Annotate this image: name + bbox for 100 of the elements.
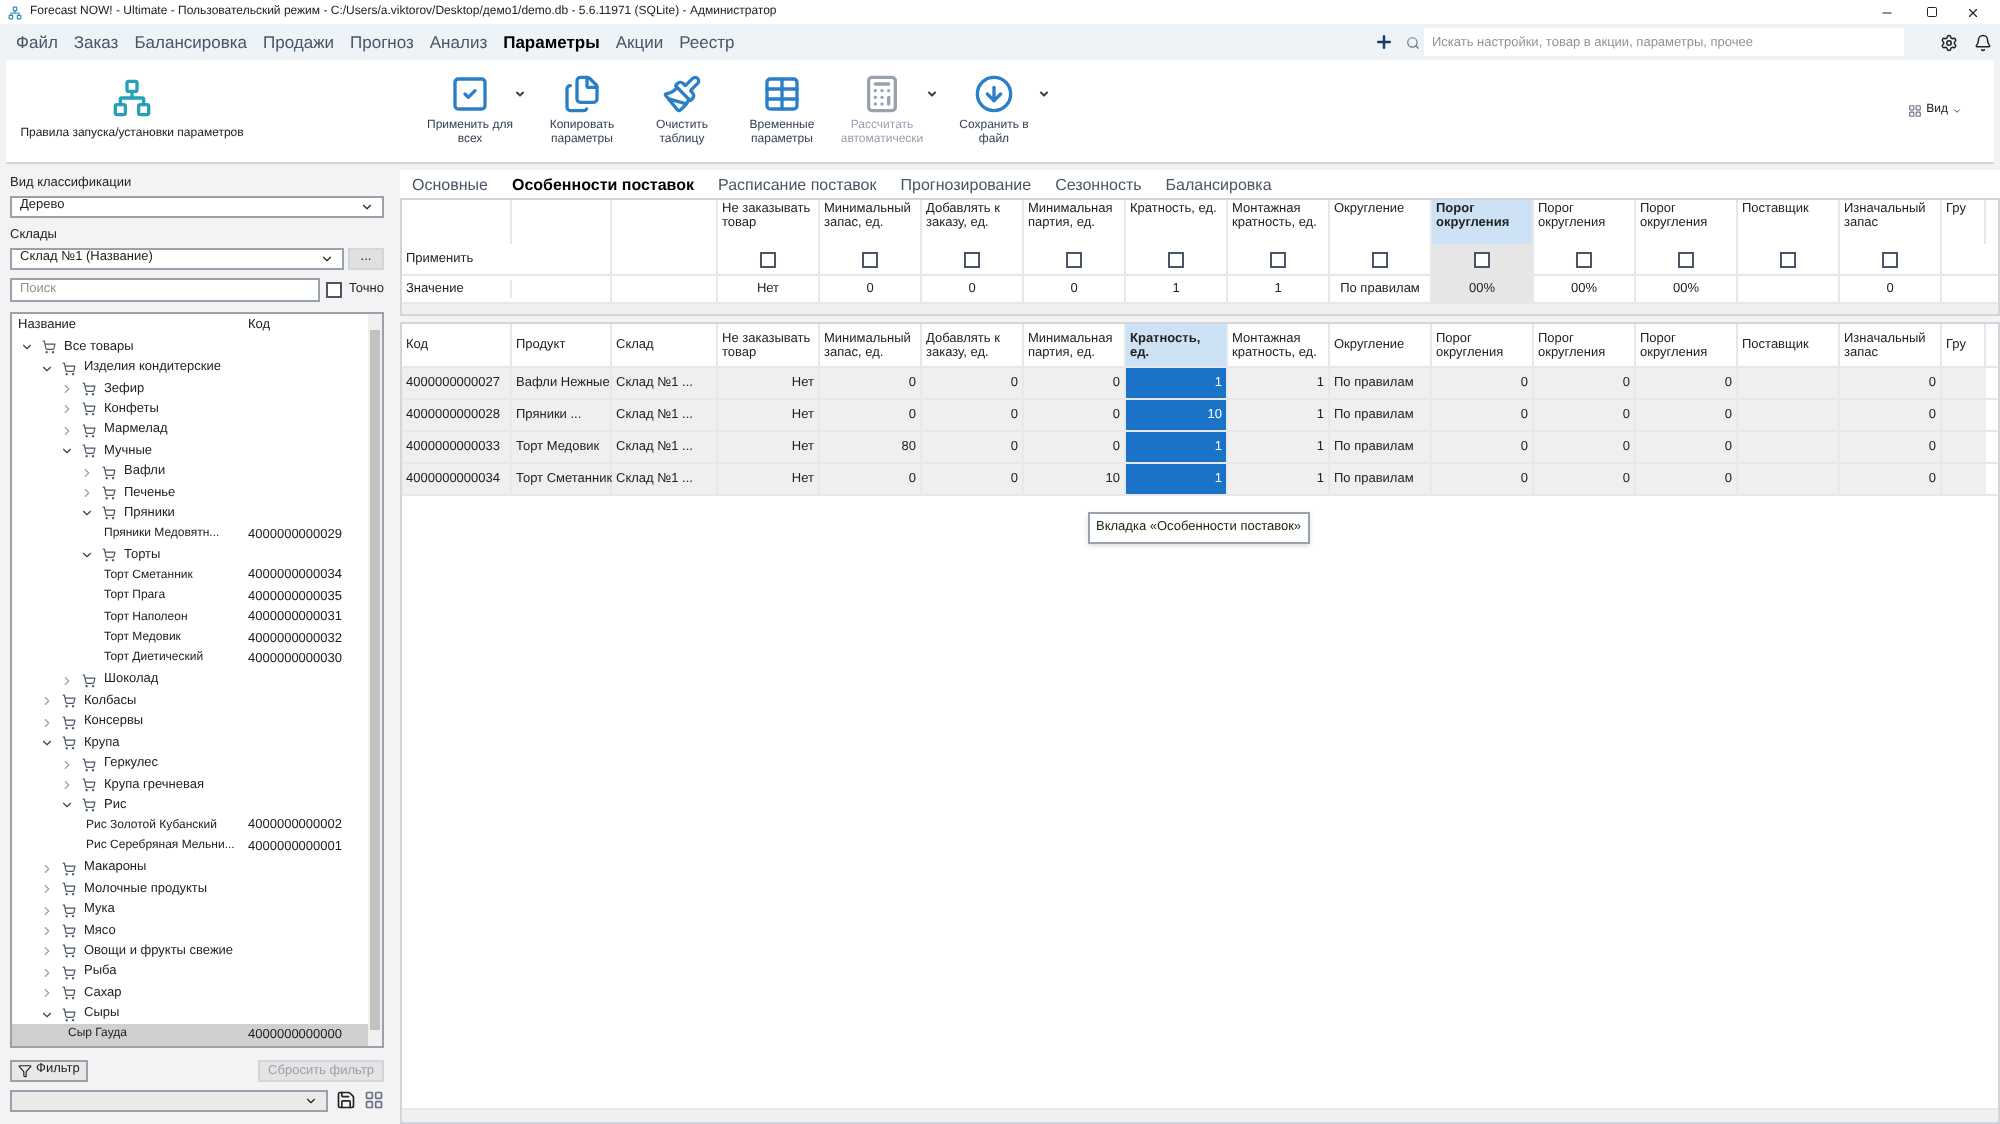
download-icon [974,74,1014,114]
chevron-right-icon[interactable] [60,402,74,417]
table-cell[interactable] [1738,464,1840,494]
maximize-icon[interactable] [1926,6,1938,18]
cart-icon [82,423,96,438]
checkbox[interactable] [326,281,343,297]
chevron-down-icon[interactable] [80,548,94,563]
chevron-down-icon[interactable] [80,506,94,521]
dropdown-caret-icon[interactable] [514,87,526,99]
cart-icon [102,465,116,480]
menu-item[interactable]: Параметры [495,29,608,55]
checkbox[interactable] [1576,251,1592,267]
cart-icon [82,798,96,813]
table-icon [762,74,802,114]
chevron-right-icon[interactable] [40,882,54,897]
tab[interactable]: Балансировка [1153,174,1284,198]
grid-icon [1908,104,1923,118]
brush-icon [662,74,702,114]
horizontal-scrollbar[interactable] [402,1108,1998,1122]
cart-icon [62,882,76,897]
chevron-right-icon[interactable] [40,965,54,980]
menu-item[interactable]: Продажи [255,29,342,55]
checkbox[interactable] [964,251,980,267]
chevron-down-icon [320,251,334,265]
menu-item[interactable]: Балансировка [126,29,255,55]
checkbox[interactable] [862,251,878,267]
checkbox[interactable] [1678,251,1694,267]
chevron-right-icon[interactable] [80,486,94,501]
checkbox[interactable] [1372,251,1388,267]
chevron-down-icon[interactable] [20,340,34,355]
menu-item[interactable]: Заказ [65,29,127,55]
checkbox[interactable] [1882,251,1898,267]
cart-icon [62,903,76,917]
checkbox[interactable] [760,251,776,267]
chevron-right-icon[interactable] [60,673,74,688]
plus-icon[interactable] [1374,32,1394,52]
tab[interactable]: Расписание поставок [706,174,889,198]
tab[interactable]: Основные [400,174,500,198]
close-icon[interactable] [1966,5,1980,19]
dropdown-caret-icon[interactable] [1038,87,1050,99]
menu-item[interactable]: Анализ [421,29,496,55]
menu-item[interactable]: Акции [607,29,672,55]
checkbox[interactable] [1168,251,1184,267]
table-cell[interactable] [1942,464,1986,494]
cart-icon [102,506,116,521]
cart-icon [82,777,96,792]
chevron-right-icon[interactable] [40,861,54,876]
checkbox[interactable] [1780,251,1796,267]
cart-icon [62,965,76,980]
chevron-down-icon[interactable] [40,1007,54,1022]
chevron-right-icon[interactable] [40,986,54,1001]
cart-icon [102,486,116,501]
chevron-right-icon[interactable] [40,694,54,709]
chevron-right-icon[interactable] [60,381,74,396]
table-cell[interactable] [1942,432,1986,462]
cart-icon [62,736,76,751]
filter-icon [18,1063,32,1077]
cart-icon [62,861,76,876]
chevron-down-icon[interactable] [40,361,54,376]
bell-icon[interactable] [1974,33,1992,51]
chevron-right-icon[interactable] [40,715,54,730]
horizontal-scrollbar[interactable] [402,302,1998,314]
grid-icon[interactable] [364,1090,384,1110]
search-icon [1406,35,1420,49]
cart-icon [62,1007,76,1022]
cart-icon [62,715,76,730]
chevron-right-icon[interactable] [60,423,74,438]
chevron-right-icon[interactable] [40,903,54,917]
checkbox[interactable] [1066,251,1082,267]
scrollbar[interactable] [368,313,382,1045]
menu-item[interactable]: Реестр [671,29,743,55]
settings-icon[interactable] [1940,33,1958,51]
cart-icon [102,548,116,563]
cart-icon [82,757,96,772]
cart-icon [62,944,76,959]
chevron-down-icon[interactable] [60,444,74,459]
tab[interactable]: Сезонность [1043,174,1154,198]
chevron-right-icon[interactable] [80,465,94,480]
cart-icon [82,673,96,688]
table-cell[interactable] [1942,400,1986,430]
save-icon[interactable] [336,1090,356,1110]
cart-icon [82,444,96,459]
chevron-right-icon[interactable] [40,944,54,959]
menu-item[interactable]: Файл [8,29,66,55]
table-cell[interactable] [1738,368,1840,398]
chevron-right-icon[interactable] [60,757,74,772]
checkbox[interactable] [1270,251,1286,267]
caret-icon [1952,106,1962,116]
tab[interactable]: Особенности поставок [499,174,707,198]
cart-icon [82,381,96,396]
cart-icon [62,361,76,376]
checkbox[interactable] [1474,251,1490,267]
chevron-down-icon [304,1093,318,1107]
chevron-down-icon[interactable] [40,736,54,751]
chevron-down-icon[interactable] [60,798,74,813]
tab[interactable]: Прогнозирование [888,174,1044,198]
chevron-right-icon[interactable] [40,923,54,938]
table-cell[interactable] [1942,368,1986,398]
menu-item[interactable]: Прогноз [342,29,422,55]
chevron-right-icon[interactable] [60,777,74,792]
